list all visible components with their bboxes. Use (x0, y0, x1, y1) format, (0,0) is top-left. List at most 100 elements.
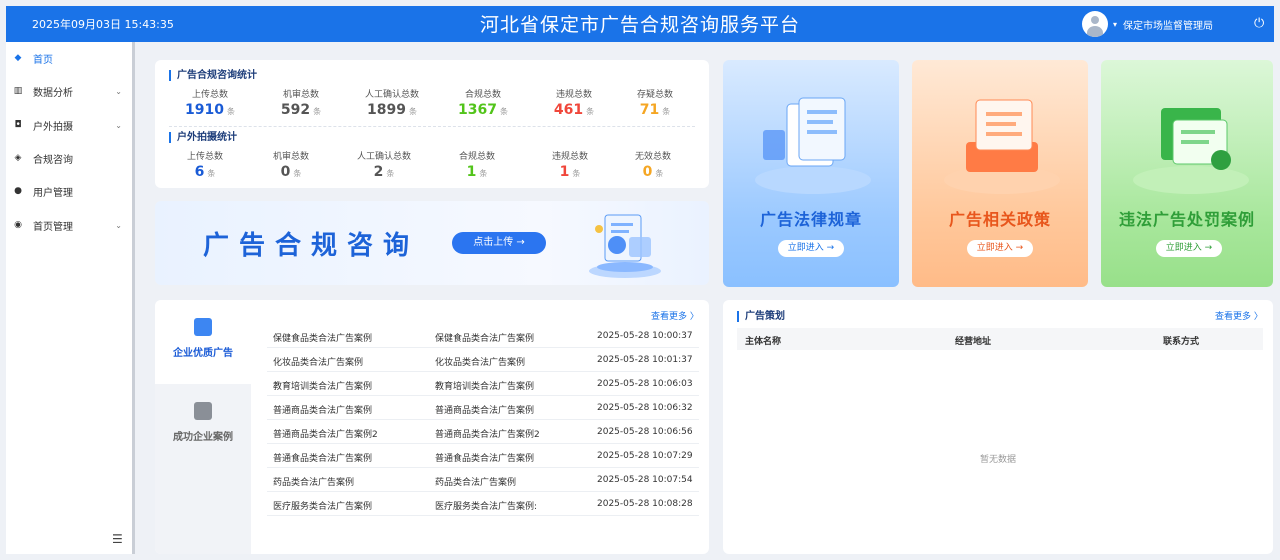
stat-label: 违规总数 (551, 152, 588, 162)
stats-divider (169, 126, 695, 127)
stat-label: 违规总数 (555, 90, 592, 100)
case-type: 普通食品类合法广告案例 (435, 454, 535, 464)
stat-violation: 违规总数 1条 (530, 149, 610, 180)
planning-title: 广告策划 (737, 311, 785, 322)
tab-quality-ads[interactable]: 企业优质广告 (155, 300, 251, 384)
sidebar-item-home[interactable]: ◆ 首页 (6, 46, 132, 70)
table-row[interactable]: 普通商品类合法广告案例 普通商品类合法广告案例 2025-05-28 10:06… (267, 396, 699, 420)
sidebar-item-label: 首页 (33, 54, 53, 66)
sidebar-item-users[interactable]: ● 用户管理 (6, 179, 132, 203)
stat-value: 1 (466, 164, 477, 180)
stat-label: 合规总数 (464, 90, 501, 100)
stat-label: 上传总数 (186, 152, 223, 162)
column-header: 联系方式 (1163, 337, 1200, 347)
stat-unit: 条 (226, 107, 235, 116)
sidebar-item-outdoor-photo[interactable]: ◘ 户外拍摄 ⌄ (6, 113, 132, 137)
stat-value: 0 (642, 164, 653, 180)
outdoor-stats-title: 户外拍摄统计 (169, 132, 237, 143)
case-type: 医疗服务类合法广告案例: (435, 502, 538, 512)
tab-label: 成功企业案例 (173, 432, 233, 443)
card-title: 广告法律规章 (759, 210, 862, 229)
tab-success-cases[interactable]: 成功企业案例 (155, 384, 251, 468)
column-header: 主体名称 (745, 337, 782, 347)
case-name: 化妆品类合法广告案例 (273, 358, 364, 368)
chevron-down-icon: ⌄ (115, 220, 122, 230)
view-more-link[interactable]: 查看更多 〉 (651, 309, 699, 322)
sidebar-item-label: 数据分析 (33, 87, 73, 99)
stat-unit: 条 (662, 107, 671, 116)
table-header: 主体名称 经营地址 联系方式 (737, 328, 1263, 350)
sidebar-item-home-admin[interactable]: ◉ 首页管理 ⌄ (6, 213, 132, 237)
case-type: 保健食品类合法广告案例 (435, 334, 535, 344)
table-row[interactable]: 保健食品类合法广告案例 保健食品类合法广告案例 2025-05-28 10:00… (267, 324, 699, 348)
table-row[interactable]: 普通商品类合法广告案例2 普通商品类合法广告案例2 2025-05-28 10:… (267, 420, 699, 444)
enter-button[interactable]: 立即进入 → (778, 240, 844, 257)
stat-value: 1899 (367, 102, 406, 118)
bar-chart-icon: ▥ (13, 86, 23, 96)
chevron-right-icon: 〉 (1253, 312, 1263, 322)
stat-label: 人工确认总数 (364, 90, 419, 100)
table-row[interactable]: 医疗服务类合法广告案例 医疗服务类合法广告案例: 2025-05-28 10:0… (267, 492, 699, 516)
enter-button-label: 立即进入 (787, 243, 824, 253)
case-time: 2025-05-28 10:07:29 (597, 451, 693, 461)
arrow-right-icon: → (1015, 243, 1024, 253)
document-icon (194, 402, 212, 420)
case-name: 保健食品类合法广告案例 (273, 334, 373, 344)
enter-button-label: 立即进入 (1165, 243, 1202, 253)
card-ad-policies[interactable]: 广告相关政策 立即进入 → (912, 60, 1088, 287)
penalty-case-icon (1133, 108, 1249, 194)
stat-value: 71 (639, 102, 660, 118)
case-type: 普通商品类合法广告案例 (435, 406, 535, 416)
stat-value: 6 (194, 164, 205, 180)
compliance-stats-title: 广告合规咨询统计 (169, 70, 257, 81)
user-menu[interactable]: ▾ 保定市场监督管理局 (1082, 10, 1213, 38)
card-penalty-cases[interactable]: 违法广告处罚案例 立即进入 → (1101, 60, 1273, 287)
document-icon (194, 318, 212, 336)
table-row[interactable]: 教育培训类合法广告案例 教育培训类合法广告案例 2025-05-28 10:06… (267, 372, 699, 396)
stat-label: 合规总数 (458, 152, 495, 162)
stat-unit: 条 (386, 169, 395, 178)
stat-value: 1910 (185, 102, 224, 118)
camera-icon: ◘ (14, 120, 22, 130)
stat-unit: 条 (586, 107, 595, 116)
stat-unit: 条 (408, 107, 417, 116)
enter-button[interactable]: 立即进入 → (1156, 240, 1222, 257)
enter-button-label: 立即进入 (976, 243, 1013, 253)
power-icon[interactable]: ⏻ (1254, 16, 1264, 31)
avatar-icon[interactable] (1082, 11, 1108, 37)
view-more-link[interactable]: 查看更多 〉 (1215, 309, 1263, 322)
arrow-right-icon: → (826, 243, 835, 253)
banner-title: 广告合规咨询 (203, 231, 420, 261)
case-type: 药品类合法广告案例 (435, 478, 517, 488)
sidebar-item-label: 首页管理 (33, 221, 73, 233)
chevron-down-icon: ⌄ (115, 120, 122, 130)
sidebar-item-label: 户外拍摄 (33, 121, 73, 133)
user-name[interactable]: 保定市场监督管理局 (1123, 17, 1213, 32)
table-row[interactable]: 药品类合法广告案例 药品类合法广告案例 2025-05-28 10:07:54 (267, 468, 699, 492)
sidebar-item-data-analysis[interactable]: ▥ 数据分析 ⌄ (6, 79, 132, 103)
table-row[interactable]: 普通食品类合法广告案例 普通食品类合法广告案例 2025-05-28 10:07… (267, 444, 699, 468)
stat-unit: 条 (479, 169, 488, 178)
card-ad-laws[interactable]: 广告法律规章 立即进入 → (723, 60, 899, 287)
case-name: 普通食品类合法广告案例 (273, 454, 373, 464)
stat-value: 1 (559, 164, 570, 180)
sidebar-item-label: 合规咨询 (33, 154, 73, 166)
stat-value: 461 (553, 102, 584, 118)
upload-banner[interactable]: 广告合规咨询 点击上传 → (155, 201, 709, 285)
case-time: 2025-05-28 10:06:32 (597, 403, 693, 413)
case-tabs: 企业优质广告 成功企业案例 (155, 300, 251, 554)
chevron-right-icon: 〉 (689, 312, 699, 322)
enter-button[interactable]: 立即进入 → (967, 240, 1033, 257)
case-time: 2025-05-28 10:06:56 (597, 427, 693, 437)
caret-down-icon[interactable]: ▾ (1113, 20, 1117, 29)
upload-button[interactable]: 点击上传 → (452, 232, 546, 254)
collapse-menu-icon[interactable]: ☰ (112, 532, 123, 546)
sidebar-item-compliance[interactable]: ◈ 合规咨询 (6, 146, 132, 170)
upload-illustration-icon (589, 214, 661, 278)
case-time: 2025-05-28 10:08:28 (597, 499, 693, 509)
stat-unit: 条 (655, 169, 664, 178)
stat-compliant: 合规总数 1条 (437, 149, 517, 180)
view-more-label: 查看更多 (651, 312, 688, 322)
case-time: 2025-05-28 10:01:37 (597, 355, 693, 365)
table-row[interactable]: 化妆品类合法广告案例 化妆品类合法广告案例 2025-05-28 10:01:3… (267, 348, 699, 372)
